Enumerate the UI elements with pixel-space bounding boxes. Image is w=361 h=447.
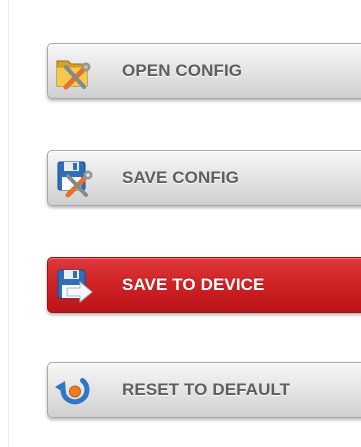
save-config-label: SAVE CONFIG: [122, 168, 239, 187]
folder-tools-icon: [54, 52, 96, 92]
disk-arrow-icon: [54, 266, 96, 306]
save-to-device-label: SAVE TO DEVICE: [122, 275, 265, 294]
disk-tools-icon: [54, 159, 96, 199]
reset-to-default-label: RESET TO DEFAULT: [122, 380, 291, 399]
reset-to-default-button[interactable]: RESET TO DEFAULT: [47, 362, 361, 418]
open-config-button[interactable]: OPEN CONFIG: [47, 43, 361, 99]
save-config-button[interactable]: SAVE CONFIG: [47, 150, 361, 206]
open-config-label: OPEN CONFIG: [122, 61, 243, 80]
reset-icon: [54, 371, 96, 411]
save-to-device-button[interactable]: SAVE TO DEVICE: [47, 257, 361, 313]
left-divider: [8, 0, 9, 447]
